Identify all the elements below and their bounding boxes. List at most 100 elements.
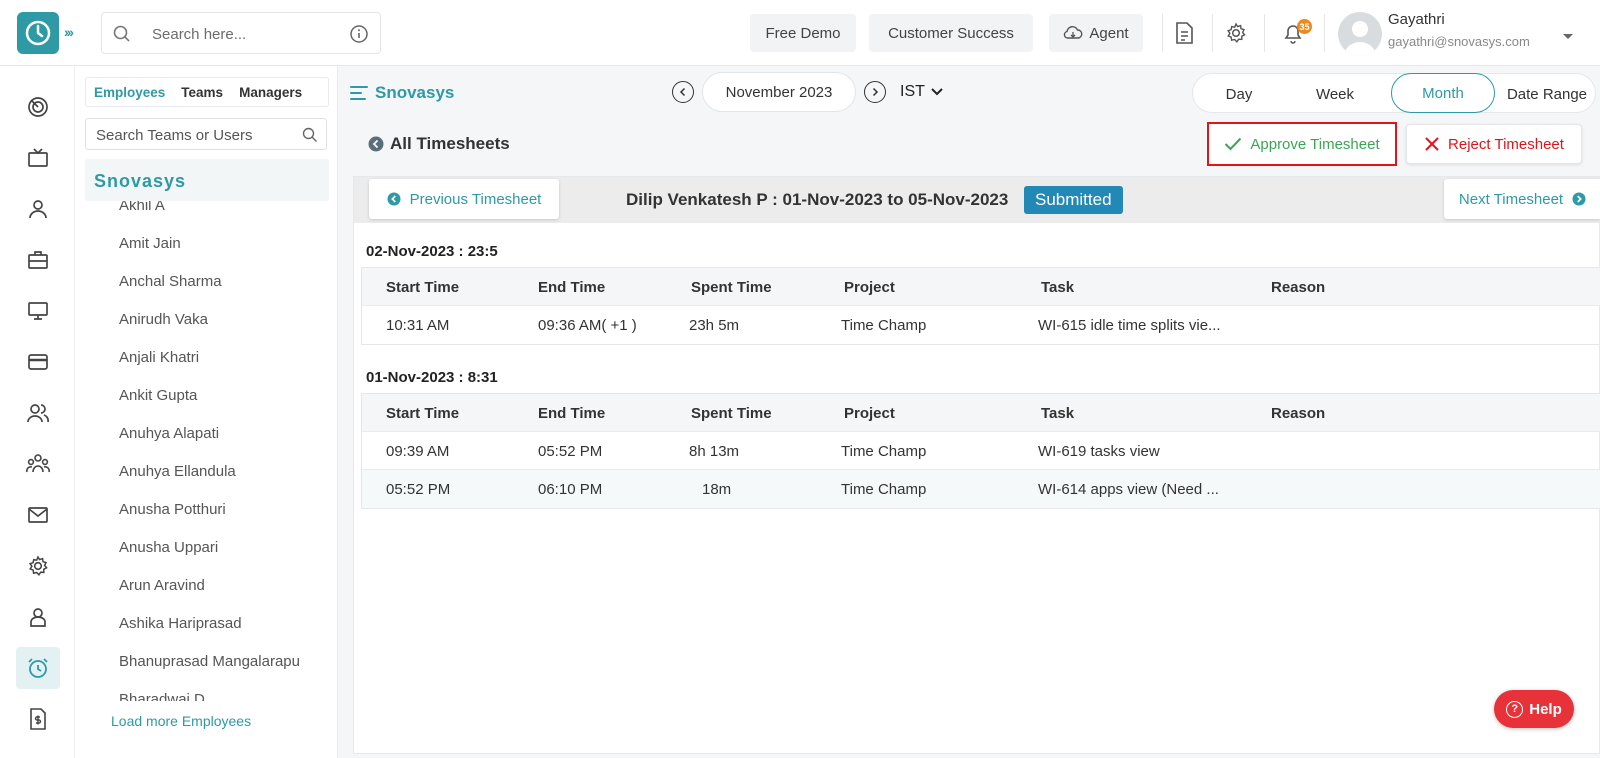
top-bar: ››› Free Demo Customer Success Agent 35 … <box>0 0 1600 66</box>
list-item[interactable]: Bharadwaj D <box>119 691 305 701</box>
settings-icon[interactable] <box>16 545 60 587</box>
org-name[interactable]: Snovasys <box>85 159 329 201</box>
previous-timesheet-button[interactable]: Previous Timesheet <box>369 179 559 219</box>
load-more-employees-link[interactable]: Load more Employees <box>111 713 251 729</box>
prev-month-button[interactable] <box>672 81 694 103</box>
list-item[interactable]: Anirudh Vaka <box>119 311 305 328</box>
user-email: gayathri@snovasys.com <box>1388 34 1530 49</box>
month-picker[interactable]: November 2023 <box>702 72 856 112</box>
dashboard-icon[interactable] <box>16 86 60 128</box>
mail-icon[interactable] <box>16 494 60 536</box>
reject-timesheet-button[interactable]: Reject Timesheet <box>1406 124 1582 164</box>
chevron-left-circle-icon <box>387 192 401 206</box>
org-title: Snovasys <box>375 83 455 102</box>
list-item[interactable]: Anjali Khatri <box>119 349 305 366</box>
next-month-button[interactable] <box>864 81 886 103</box>
timezone-select[interactable]: IST <box>900 83 943 101</box>
list-item[interactable]: Anusha Uppari <box>119 539 305 556</box>
users-icon[interactable] <box>16 392 60 434</box>
check-icon <box>1225 137 1242 151</box>
task-cell[interactable]: WI-614 apps view (Need ... <box>1038 481 1219 498</box>
team-icon[interactable] <box>16 443 60 485</box>
list-item[interactable]: Akhil A <box>119 201 305 214</box>
timesheet-table: Start Time End Time Spent Time Project T… <box>361 393 1600 509</box>
chevron-down-icon <box>931 88 943 96</box>
list-item[interactable]: Ankit Gupta <box>119 387 305 404</box>
spent-time-cell: 8h 13m <box>689 443 740 460</box>
list-item[interactable]: Arun Aravind <box>119 577 305 594</box>
list-item[interactable]: Bhanuprasad Mangalarapu <box>119 653 305 670</box>
divider <box>1212 14 1213 52</box>
invoice-icon[interactable] <box>16 698 60 740</box>
chevron-right-icon <box>872 87 879 97</box>
all-timesheets-link[interactable]: All Timesheets <box>368 134 510 154</box>
user-avatar[interactable] <box>1338 12 1382 56</box>
search-input[interactable] <box>152 23 342 45</box>
column-header: Reason <box>1271 279 1326 296</box>
panel-tabs: Employees Teams Managers <box>85 77 329 107</box>
range-selector: Day Week Month Date Range <box>1192 73 1596 113</box>
chevron-left-icon <box>679 87 686 97</box>
employee-panel: Employees Teams Managers Snovasys Akhil … <box>75 66 338 758</box>
person-icon[interactable] <box>16 188 60 230</box>
menu-icon <box>350 86 368 100</box>
task-cell[interactable]: WI-619 tasks view <box>1038 443 1160 460</box>
start-time-cell: 10:31 AM <box>386 317 450 334</box>
start-time-cell: 09:39 AM <box>386 443 450 460</box>
column-header: Start Time <box>386 405 460 422</box>
card-icon[interactable] <box>16 341 60 383</box>
task-cell[interactable]: WI-615 idle time splits vie... <box>1038 317 1221 334</box>
list-item[interactable]: Anuhya Alapati <box>119 425 305 442</box>
project-cell: Time Champ <box>841 317 927 334</box>
reject-label: Reject Timesheet <box>1448 135 1564 153</box>
info-icon[interactable] <box>349 24 369 47</box>
monitor-icon[interactable] <box>16 290 60 332</box>
customer-success-button[interactable]: Customer Success <box>869 14 1033 52</box>
document-icon[interactable] <box>1170 19 1198 47</box>
list-item[interactable]: Anusha Potthuri <box>119 501 305 518</box>
tab-teams[interactable]: Teams <box>173 85 231 100</box>
column-header: Spent Time <box>691 279 772 296</box>
alarm-clock-icon[interactable] <box>16 647 60 689</box>
agent-button[interactable]: Agent <box>1049 14 1143 52</box>
project-cell: Time Champ <box>841 481 927 498</box>
range-date-range[interactable]: Date Range <box>1497 74 1597 114</box>
user-name[interactable]: Gayathri <box>1388 11 1445 28</box>
list-item[interactable]: Ashika Hariprasad <box>119 615 305 632</box>
help-button[interactable]: ? Help <box>1494 690 1574 728</box>
team-user-search-input[interactable] <box>96 125 296 145</box>
briefcase-icon[interactable] <box>16 239 60 281</box>
list-item[interactable]: Amit Jain <box>119 235 305 252</box>
range-week[interactable]: Week <box>1285 74 1385 114</box>
tab-managers[interactable]: Managers <box>231 85 310 100</box>
tv-icon[interactable] <box>16 137 60 179</box>
expand-sidebar-icon[interactable]: ››› <box>64 24 74 40</box>
employee-list: Akhil A Amit Jain Anchal Sharma Anirudh … <box>75 201 337 701</box>
start-time-cell: 05:52 PM <box>386 481 451 498</box>
next-timesheet-label: Next Timesheet <box>1458 190 1564 208</box>
column-header: Start Time <box>386 279 460 296</box>
timesheet-header: Previous Timesheet Dilip Venkatesh P : 0… <box>354 177 1600 223</box>
search-icon[interactable] <box>302 127 318 146</box>
column-header: Project <box>844 405 895 422</box>
list-item[interactable]: Anuhya Ellandula <box>119 463 305 480</box>
approve-timesheet-button[interactable]: Approve Timesheet <box>1207 122 1397 166</box>
free-demo-button[interactable]: Free Demo <box>750 14 856 52</box>
gear-icon[interactable] <box>1222 19 1250 47</box>
org-toggle[interactable]: Snovasys <box>349 83 454 103</box>
next-timesheet-button[interactable]: Next Timesheet <box>1444 179 1600 219</box>
divider <box>1324 14 1325 52</box>
app-logo[interactable] <box>17 12 59 54</box>
status-badge: Submitted <box>1024 186 1123 214</box>
timesheet-card: Previous Timesheet Dilip Venkatesh P : 0… <box>353 176 1600 754</box>
range-day[interactable]: Day <box>1193 74 1285 114</box>
help-label: Help <box>1529 700 1562 718</box>
cloud-icon <box>1064 26 1083 39</box>
tab-employees[interactable]: Employees <box>86 85 173 100</box>
team-user-search <box>85 118 327 150</box>
range-month[interactable]: Month <box>1391 73 1495 113</box>
list-item[interactable]: Anchal Sharma <box>119 273 305 290</box>
chevron-down-icon[interactable] <box>1562 28 1574 44</box>
employee-icon[interactable] <box>16 596 60 638</box>
previous-timesheet-label: Previous Timesheet <box>409 190 542 208</box>
